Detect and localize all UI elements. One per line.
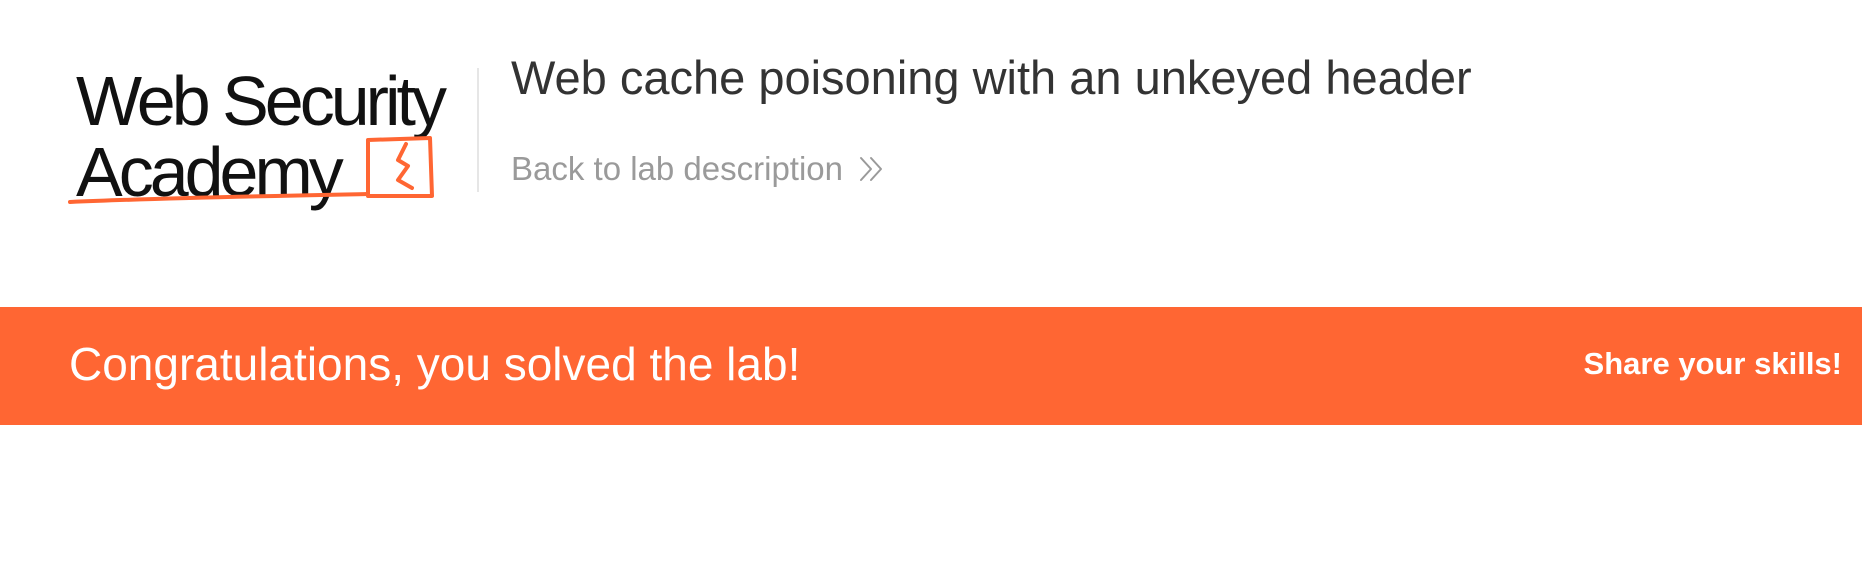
logo-mark-icon (68, 136, 434, 204)
solved-banner: Congratulations, you solved the lab! Sha… (0, 307, 1862, 425)
double-chevron-right-icon (860, 157, 883, 181)
header-divider (477, 68, 479, 192)
page: Web Security Academy Web cache poisoning… (0, 0, 1862, 584)
share-skills-button[interactable]: Share your skills! (1584, 346, 1842, 381)
lab-title: Web cache poisoning with an unkeyed head… (511, 51, 1472, 104)
lab-header: Web Security Academy Web cache poisoning… (0, 0, 1862, 307)
solved-message: Congratulations, you solved the lab! (69, 338, 801, 390)
academy-logo[interactable]: Web Security Academy (68, 60, 478, 210)
back-to-lab-description-link[interactable]: Back to lab description (511, 150, 887, 188)
back-link-label: Back to lab description (511, 150, 844, 187)
